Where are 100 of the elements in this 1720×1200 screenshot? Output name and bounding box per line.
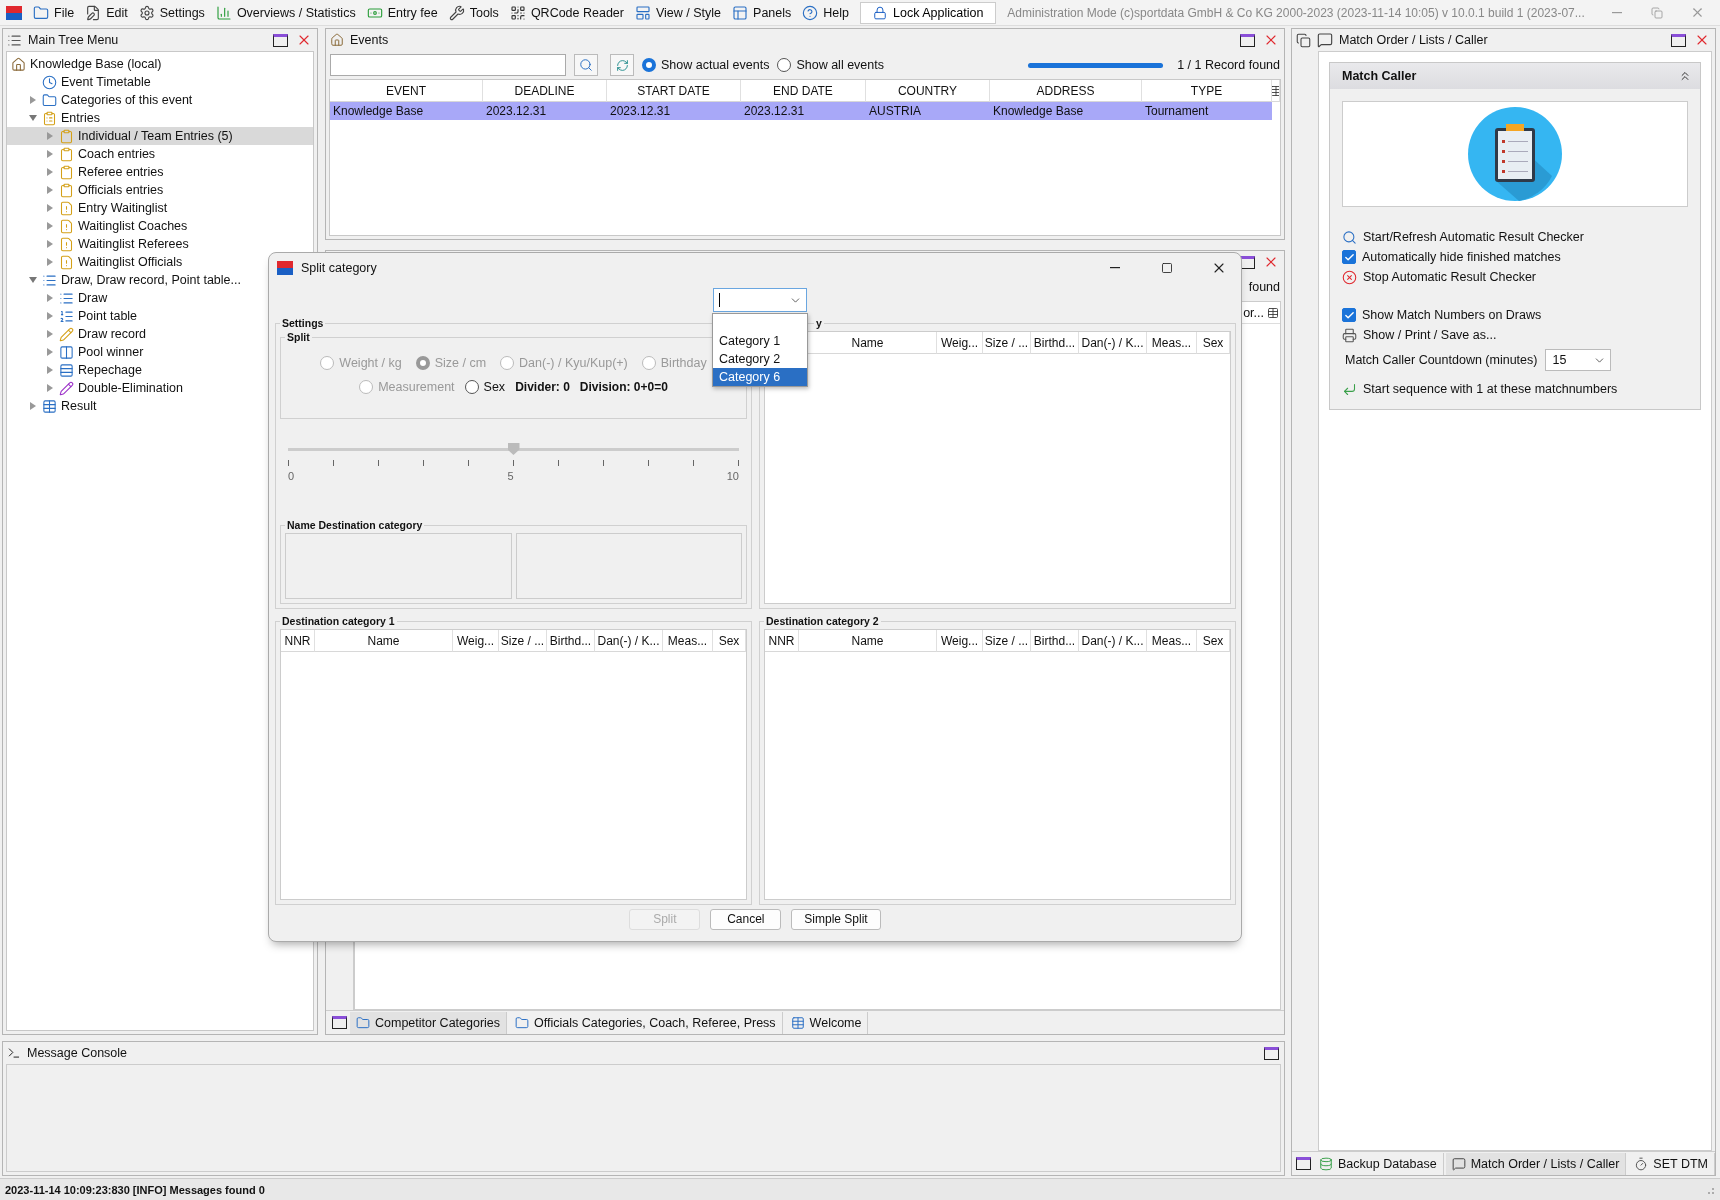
column-header[interactable]: Dan(-) / K... <box>1079 332 1147 354</box>
column-header[interactable]: or... <box>1243 305 1264 320</box>
menu-item[interactable]: Settings <box>138 4 205 21</box>
checkbox-option[interactable]: Automatically hide finished matches <box>1342 247 1688 267</box>
tree-item[interactable]: Entry Waitinglist <box>7 199 313 217</box>
action-link[interactable]: Start sequence with 1 at these matchnumbers <box>1342 379 1688 399</box>
menu-item[interactable]: Edit <box>85 4 128 21</box>
countdown-select[interactable]: 15 <box>1545 349 1612 371</box>
lock-application-button[interactable]: Lock Application <box>860 1 997 24</box>
column-header[interactable]: Meas... <box>663 630 713 652</box>
column-header[interactable]: Meas... <box>1147 332 1197 354</box>
menu-item[interactable]: File <box>33 4 75 21</box>
table-row[interactable]: Knowledge Base 2023.12.31 2023.12.31 2023.12.31 AUSTRIA Knowledge Base Tournament <box>330 102 1272 120</box>
tree-item[interactable]: Waitinglist Referees <box>7 235 313 253</box>
radio-option[interactable]: Show all events <box>777 58 884 72</box>
column-header[interactable]: START DATE <box>607 80 741 102</box>
tree-item[interactable]: Double-Elimination <box>7 379 313 397</box>
column-header[interactable]: Birthd... <box>547 630 595 652</box>
column-header[interactable]: Sex <box>713 630 746 652</box>
dialog-button[interactable]: Cancel <box>710 908 782 930</box>
tree-item[interactable]: Individual / Team Entries (5) <box>7 127 313 145</box>
dialog-button[interactable]: Simple Split <box>791 908 881 930</box>
column-header[interactable]: Sex <box>1197 332 1230 354</box>
tree-item[interactable]: Result <box>7 397 313 415</box>
tab[interactable]: Match Order / Lists / Caller <box>1445 1152 1627 1175</box>
tree-item[interactable]: Event Timetable <box>7 73 313 91</box>
dropdown-option[interactable]: Category 1 <box>713 332 807 350</box>
column-header[interactable]: Size / ... <box>983 630 1031 652</box>
countdown-label: Match Caller Countdown (minutes) <box>1345 353 1538 367</box>
column-header[interactable]: Weig... <box>937 332 983 354</box>
column-header[interactable]: COUNTRY <box>866 80 990 102</box>
group-title: Split <box>286 331 311 343</box>
column-header[interactable]: NNR <box>765 630 799 652</box>
tree-item[interactable]: Categories of this event <box>7 91 313 109</box>
tree-item[interactable]: Officials entries <box>7 181 313 199</box>
tab[interactable]: SET DTM <box>1628 1152 1715 1175</box>
radio-option[interactable]: Sex <box>464 380 506 394</box>
column-header[interactable]: Weig... <box>937 630 983 652</box>
division-value: Division: 0+0=0 <box>579 380 668 394</box>
status-message: 2023-11-14 10:09:23:830 [INFO] Messages found 0 <box>5 1183 265 1196</box>
tab[interactable]: Officials Categories, Coach, Referee, Press <box>509 1011 783 1034</box>
table-cell-text: AUSTRIA <box>868 104 922 118</box>
tree-item[interactable]: Referee entries <box>7 163 313 181</box>
tab[interactable]: Competitor Categories <box>350 1011 508 1034</box>
column-header[interactable]: NNR <box>281 630 315 652</box>
table-cell-text: 2023.12.31 <box>743 104 806 118</box>
dropdown-option[interactable]: Category 6 <box>713 368 807 386</box>
column-header[interactable]: Dan(-) / K... <box>595 630 663 652</box>
panel-title: Main Tree Menu <box>28 33 120 47</box>
column-header[interactable]: Birthd... <box>1031 630 1079 652</box>
menu-item[interactable]: QRCode Reader <box>509 4 624 21</box>
tree-item[interactable]: Waitinglist Coaches <box>7 217 313 235</box>
column-header[interactable]: Sex <box>1197 630 1230 652</box>
action-link[interactable]: Show / Print / Save as... <box>1342 325 1688 345</box>
section-title: Match Caller <box>1342 69 1417 83</box>
tree-item[interactable]: Knowledge Base (local) <box>7 55 313 73</box>
menu-item[interactable]: Help <box>802 4 849 21</box>
panel-title: Events <box>350 33 390 47</box>
column-header[interactable]: TYPE <box>1142 80 1272 102</box>
tree-item[interactable]: Repechage <box>7 361 313 379</box>
column-header[interactable]: Size / ... <box>983 332 1031 354</box>
column-header[interactable]: Name <box>799 630 937 652</box>
column-header[interactable]: ADDRESS <box>990 80 1142 102</box>
record-count: 1 / 1 Record found <box>1177 58 1280 72</box>
tab[interactable]: Welcome <box>784 1011 869 1034</box>
action-link[interactable]: Start/Refresh Automatic Result Checker <box>1342 227 1688 247</box>
radio-option[interactable]: Show actual events <box>642 58 770 72</box>
action-link[interactable]: Stop Automatic Result Checker <box>1342 267 1688 287</box>
tick-label: 0 <box>288 470 295 482</box>
checkbox-option[interactable]: Show Match Numbers on Draws <box>1342 305 1688 325</box>
column-header[interactable]: DEADLINE <box>483 80 607 102</box>
tree-item[interactable]: Draw <box>7 289 313 307</box>
column-header[interactable]: Dan(-) / K... <box>1079 630 1147 652</box>
group-title: y <box>815 317 823 329</box>
group-title: Destination category 1 <box>281 615 396 627</box>
menu-item[interactable]: View / Style <box>635 4 722 21</box>
column-header[interactable]: END DATE <box>741 80 866 102</box>
tick-label: 10 <box>726 470 739 482</box>
tree-item[interactable]: Pool winner <box>7 343 313 361</box>
tree-item[interactable]: Coach entries <box>7 145 313 163</box>
column-header[interactable]: Name <box>315 630 453 652</box>
menu-item[interactable]: Panels <box>732 4 792 21</box>
tab[interactable]: Backup Database <box>1313 1152 1444 1175</box>
menu-item[interactable]: Tools <box>448 4 499 21</box>
column-header[interactable]: Size / ... <box>499 630 547 652</box>
column-header[interactable]: Birthd... <box>1031 332 1079 354</box>
panel-title: Match Order / Lists / Caller <box>1339 33 1489 47</box>
group-title: Destination category 2 <box>765 615 880 627</box>
menu-item[interactable]: Overviews / Statistics <box>215 4 356 21</box>
dropdown-option[interactable]: Category 2 <box>713 350 807 368</box>
tree-item[interactable]: Entries <box>7 109 313 127</box>
menu-item[interactable]: Entry fee <box>366 4 438 21</box>
table-cell-text: Knowledge Base <box>992 104 1085 118</box>
record-count: found <box>1248 280 1280 294</box>
column-header[interactable]: Meas... <box>1147 630 1197 652</box>
divider-value: Divider: 0 <box>515 380 570 394</box>
column-header[interactable]: EVENT <box>330 80 483 102</box>
table-cell-text: 2023.12.31 <box>609 104 672 118</box>
column-header[interactable]: Weig... <box>453 630 499 652</box>
table-cell-text: 2023.12.31 <box>485 104 548 118</box>
